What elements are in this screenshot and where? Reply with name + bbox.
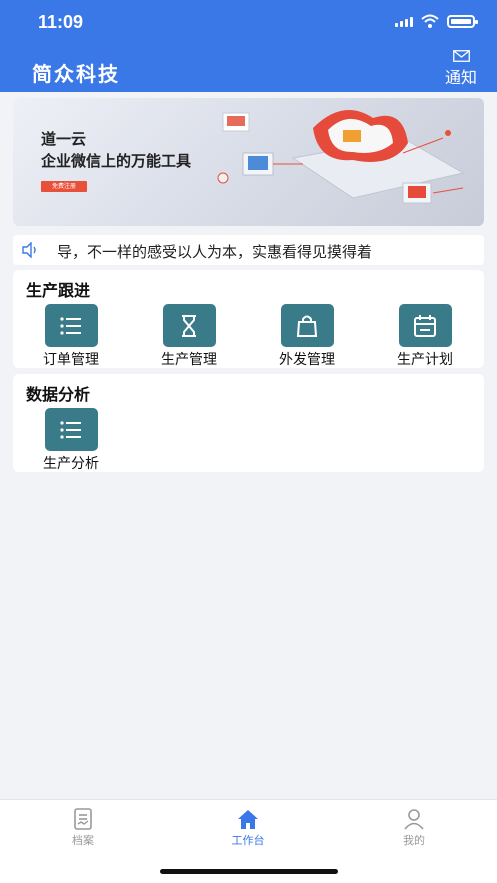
item-label: 生产管理 [161, 352, 217, 368]
tile [44, 408, 98, 451]
battery-icon [447, 14, 478, 28]
tile [398, 304, 452, 347]
announcement-marquee[interactable]: 导，不一样的感受以人为本，实惠看得见摸得着 [13, 235, 484, 265]
tile [162, 304, 216, 347]
mail-icon [452, 50, 470, 62]
notice-label: 通知 [444, 68, 477, 87]
user-icon [404, 809, 424, 830]
order-management-button[interactable]: 订单管理 [21, 304, 121, 369]
tile [280, 304, 334, 347]
banner-illustration [217, 110, 465, 204]
tab-workbench[interactable]: 工作台 [208, 808, 288, 848]
wifi-icon [421, 14, 439, 28]
item-label: 生产分析 [43, 456, 99, 472]
tab-label: 工作台 [231, 834, 265, 847]
item-label: 生产计划 [397, 352, 453, 368]
list-icon [60, 420, 81, 439]
section-title: 数据分析 [26, 385, 91, 404]
banner-subtitle: 企业微信上的万能工具 [41, 152, 192, 170]
bag-icon [296, 315, 318, 337]
header-bar: 11:09 简众科技 通知 [0, 0, 497, 92]
tab-label: 档案 [72, 834, 94, 847]
speaker-icon [22, 242, 36, 258]
promo-banner[interactable]: 道一云 企业微信上的万能工具 免费注册 [13, 98, 484, 226]
marquee-text: 导，不一样的感受以人为本，实惠看得见摸得着 [57, 243, 373, 261]
notice-button[interactable]: 通知 [441, 50, 481, 88]
status-time: 11:09 [38, 12, 84, 32]
item-label: 外发管理 [279, 352, 335, 368]
signal-icon [395, 15, 413, 27]
list-icon [60, 316, 81, 335]
status-icons [395, 14, 478, 28]
banner-register-button[interactable]: 免费注册 [41, 181, 87, 192]
tab-archive[interactable]: 档案 [43, 808, 123, 848]
outsourcing-management-button[interactable]: 外发管理 [257, 304, 357, 369]
item-label: 订单管理 [43, 352, 99, 368]
calendar-icon [414, 314, 436, 337]
production-analysis-button[interactable]: 生产分析 [21, 408, 121, 473]
banner-title: 道一云 [41, 130, 87, 148]
section-data-analysis: 数据分析 生产分析 [13, 374, 484, 472]
home-indicator [160, 869, 338, 874]
archive-icon [74, 808, 92, 830]
section-production-tracking: 生产跟进 订单管理 生产管理 外发管理 生产计划 [13, 270, 484, 368]
tile [44, 304, 98, 347]
production-plan-button[interactable]: 生产计划 [375, 304, 475, 369]
tab-label: 我的 [403, 834, 425, 847]
hourglass-icon [182, 314, 196, 337]
production-management-button[interactable]: 生产管理 [139, 304, 239, 369]
app-title: 简众科技 [32, 62, 120, 86]
home-icon [238, 810, 258, 829]
section-title: 生产跟进 [26, 281, 91, 300]
tab-mine[interactable]: 我的 [374, 808, 454, 848]
